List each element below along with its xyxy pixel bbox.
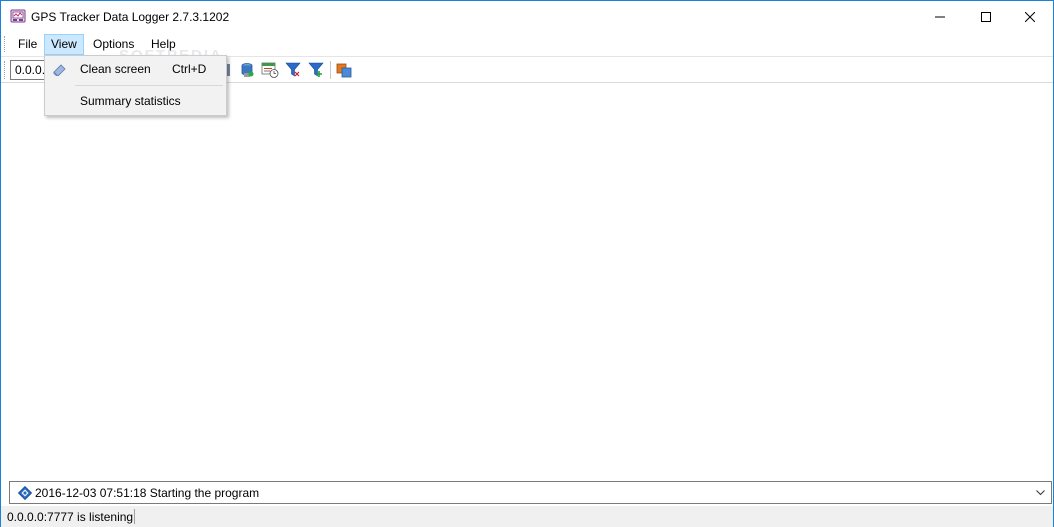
minimize-icon xyxy=(935,16,945,17)
database-icon xyxy=(241,63,254,77)
menu-item-clean-screen[interactable]: Clean screen Ctrl+D xyxy=(47,58,224,80)
filter-add-button[interactable] xyxy=(306,60,326,80)
filter-icon xyxy=(285,62,301,77)
schedule-button[interactable] xyxy=(260,60,280,80)
filter-add-icon xyxy=(308,62,324,77)
menu-view[interactable]: View xyxy=(44,34,84,55)
eraser-icon xyxy=(52,62,68,77)
view-menu-dropdown: Clean screen Ctrl+D Summary statistics xyxy=(44,55,227,116)
clean-screen-label: Clean screen xyxy=(80,62,151,76)
maximize-button[interactable] xyxy=(963,1,1009,32)
app-window: GPS Tracker Data Logger 2.7.3.1202 File … xyxy=(0,0,1054,527)
log-combobox[interactable]: 2016-12-03 07:51:18 Starting the program xyxy=(9,481,1052,504)
copy-windows-button[interactable] xyxy=(334,60,354,80)
toolbar-grip[interactable] xyxy=(4,61,6,79)
status-separator xyxy=(134,509,135,524)
main-log-area[interactable] xyxy=(1,83,1053,480)
close-icon xyxy=(1025,11,1035,22)
dropdown-arrow-button[interactable] xyxy=(1032,483,1049,502)
copy-windows-icon xyxy=(336,63,352,78)
log-entry-text: 2016-12-03 07:51:18 Starting the program xyxy=(35,486,260,500)
summary-statistics-label: Summary statistics xyxy=(80,94,181,108)
maximize-icon xyxy=(981,11,991,22)
menu-separator xyxy=(75,85,223,86)
database-button[interactable] xyxy=(237,60,257,80)
clean-screen-shortcut: Ctrl+D xyxy=(172,62,207,76)
toolbar-separator xyxy=(330,61,331,79)
filter-button[interactable] xyxy=(283,60,303,80)
info-diamond-icon xyxy=(17,485,33,501)
menu-item-summary-statistics[interactable]: Summary statistics xyxy=(47,90,224,112)
close-button[interactable] xyxy=(1007,1,1053,32)
menu-grip[interactable] xyxy=(4,36,6,52)
app-logger-icon xyxy=(10,8,26,24)
menu-file[interactable]: File xyxy=(11,34,44,55)
window-title: GPS Tracker Data Logger 2.7.3.1202 xyxy=(31,10,230,24)
status-bar: 0.0.0.0:7777 is listening xyxy=(1,506,1053,527)
title-bar[interactable]: GPS Tracker Data Logger 2.7.3.1202 xyxy=(1,1,1053,32)
schedule-icon xyxy=(261,62,279,78)
chevron-down-icon xyxy=(1036,489,1045,495)
status-listening-text: 0.0.0.0:7777 is listening xyxy=(7,510,134,524)
minimize-button[interactable] xyxy=(917,1,963,32)
